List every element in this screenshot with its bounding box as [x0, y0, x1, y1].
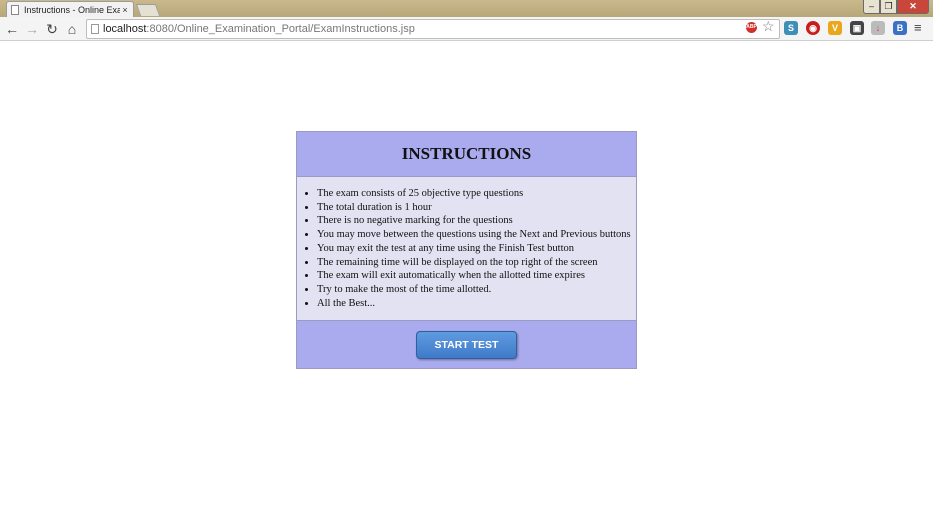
- minimize-button[interactable]: –: [863, 0, 880, 14]
- instruction-item: All the Best...: [317, 297, 636, 311]
- page-content: INSTRUCTIONS The exam consists of 25 obj…: [0, 42, 933, 524]
- forward-arrow-icon[interactable]: →: [24, 21, 40, 37]
- url-host: localhost: [103, 23, 147, 35]
- instruction-item: The remaining time will be displayed on …: [317, 256, 636, 270]
- menu-icon[interactable]: ≡: [914, 21, 926, 35]
- page-icon: [11, 4, 19, 15]
- instruction-item: You may exit the test at any time using …: [317, 242, 636, 256]
- browser-toolbar: ← → ↻ ⌂ localhost:8080/Online_Examinatio…: [0, 17, 933, 41]
- adblock-icon[interactable]: ABP: [746, 22, 757, 33]
- url-path: :8080/Online_Examination_Portal/ExamInst…: [146, 23, 415, 35]
- bookmark-star-icon[interactable]: ☆: [762, 18, 775, 35]
- instructions-footer: START TEST: [297, 321, 636, 368]
- instruction-item: The exam will exit automatically when th…: [317, 269, 636, 283]
- reload-icon[interactable]: ↻: [44, 21, 60, 37]
- maximize-button[interactable]: ❐: [880, 0, 897, 14]
- address-bar[interactable]: localhost:8080/Online_Examination_Portal…: [86, 19, 780, 39]
- extension-icon[interactable]: B: [893, 21, 907, 35]
- extension-icon[interactable]: ↓: [871, 21, 885, 35]
- instructions-title: INSTRUCTIONS: [297, 132, 636, 177]
- instruction-item: There is no negative marking for the que…: [317, 214, 636, 228]
- instructions-panel: INSTRUCTIONS The exam consists of 25 obj…: [296, 131, 637, 369]
- start-test-button[interactable]: START TEST: [416, 330, 517, 359]
- browser-tab[interactable]: Instructions - Online Exam ×: [6, 1, 134, 17]
- extension-icon[interactable]: V: [828, 21, 842, 35]
- instruction-item: Try to make the most of the time allotte…: [317, 283, 636, 297]
- extension-icon[interactable]: ▣: [850, 21, 864, 35]
- close-window-button[interactable]: ✕: [897, 0, 929, 14]
- extension-icon[interactable]: ◉: [806, 21, 820, 35]
- browser-titlebar: Instructions - Online Exam × – ❐ ✕: [0, 0, 933, 17]
- tab-close-icon[interactable]: ×: [120, 5, 130, 15]
- instructions-body: The exam consists of 25 objective type q…: [297, 177, 636, 321]
- instruction-item: The exam consists of 25 objective type q…: [317, 187, 636, 201]
- extension-icon[interactable]: S: [784, 21, 798, 35]
- instruction-item: The total duration is 1 hour: [317, 201, 636, 215]
- home-icon[interactable]: ⌂: [64, 21, 80, 37]
- back-arrow-icon[interactable]: ←: [4, 21, 20, 37]
- new-tab-button[interactable]: [135, 4, 161, 16]
- instructions-list: The exam consists of 25 objective type q…: [317, 187, 636, 310]
- tab-title: Instructions - Online Exam: [24, 4, 120, 15]
- page-icon: [91, 24, 99, 34]
- instruction-item: You may move between the questions using…: [317, 228, 636, 242]
